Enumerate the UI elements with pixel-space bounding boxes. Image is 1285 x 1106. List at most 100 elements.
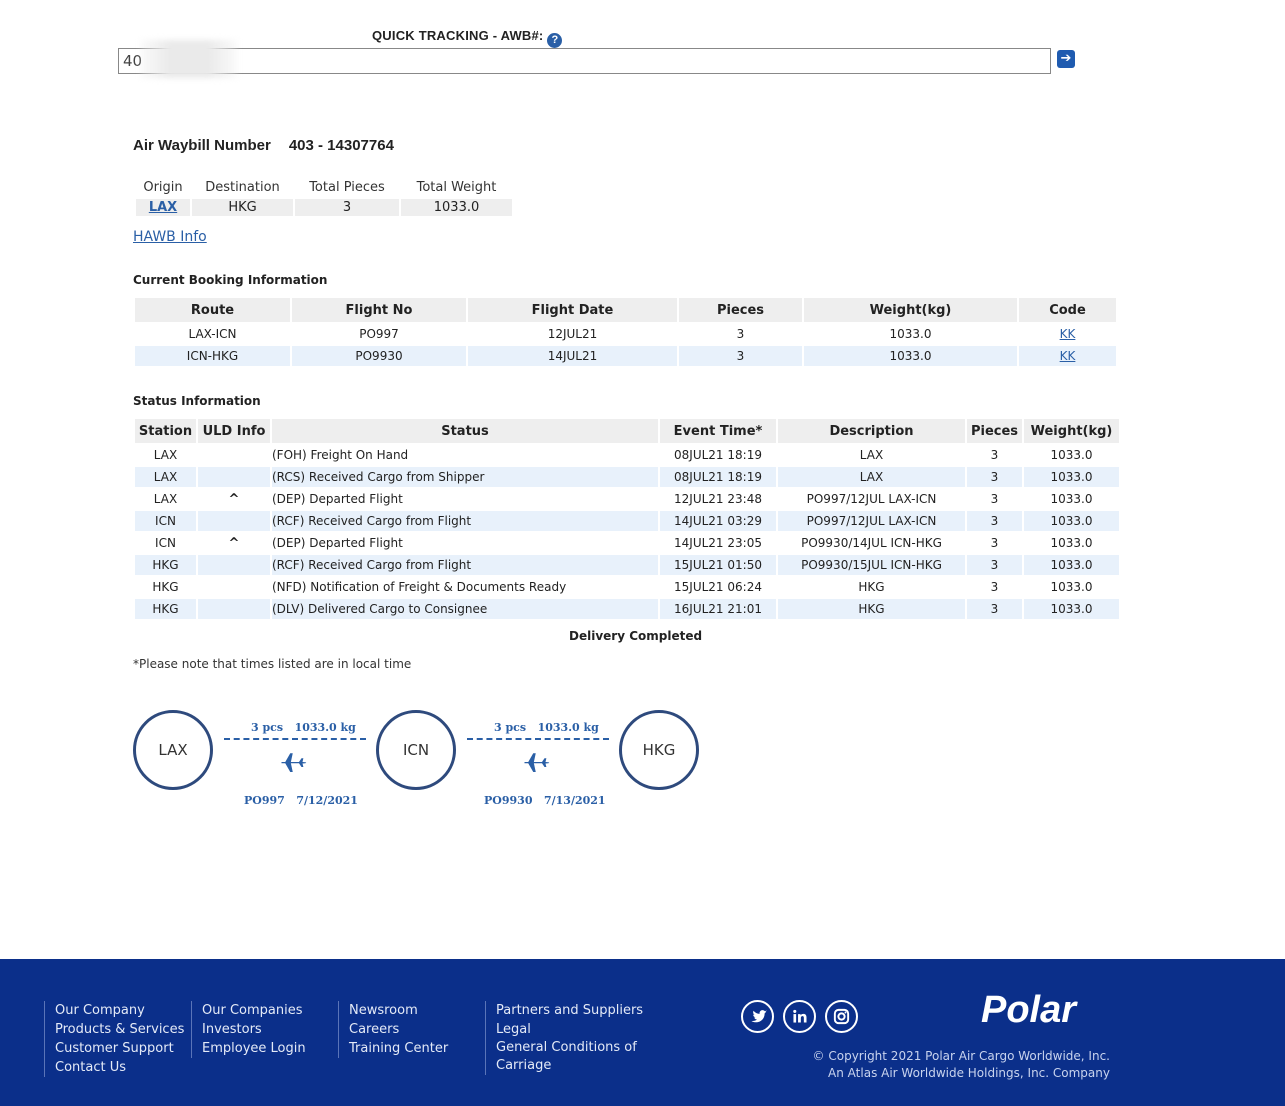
leg1-load: 3 pcs 1033.0 kg xyxy=(251,721,356,734)
station-lax: LAX xyxy=(133,710,213,790)
footer-col-3: Newsroom Careers Training Center xyxy=(338,1001,448,1058)
polar-logo[interactable]: Polar xyxy=(981,989,1076,1032)
flight-date-cell: 14JUL21 xyxy=(468,346,677,366)
route-cell: LAX-ICN xyxy=(188,327,237,341)
leg2-pcs: 3 pcs xyxy=(494,721,527,734)
shipment-summary: Origin Destination Total Pieces Total We… xyxy=(134,180,514,216)
destination-header: Destination xyxy=(205,180,280,195)
leg1-kg: 1033.0 kg xyxy=(294,721,356,734)
status-cell: (FOH) Freight On Hand xyxy=(272,448,409,462)
status-cell: (DEP) Departed Flight xyxy=(272,492,403,506)
total-weight-header: Total Weight xyxy=(416,180,497,195)
footer-link[interactable]: Contact Us xyxy=(55,1058,184,1077)
pieces-cell: 3 xyxy=(967,599,1022,619)
footer-link[interactable]: Products & Services xyxy=(55,1020,184,1039)
station-cell: LAX xyxy=(153,492,178,506)
awb-search-input[interactable] xyxy=(118,48,1051,74)
station-cell: LAX xyxy=(153,448,178,462)
footer-link[interactable]: Partners and Suppliers xyxy=(496,1001,643,1020)
help-icon[interactable]: ? xyxy=(547,33,563,48)
expand-uld-icon[interactable]: ^ xyxy=(229,492,240,507)
track-go-button[interactable]: ➔ xyxy=(1057,50,1075,68)
pieces-cell: 3 xyxy=(990,536,999,550)
instagram-icon[interactable] xyxy=(825,1000,858,1033)
flight-date-header: Flight Date xyxy=(468,298,677,322)
uld-info-cell xyxy=(198,555,270,575)
event-time-cell: 12JUL21 23:48 xyxy=(674,492,762,506)
uld-info-header: ULD Info xyxy=(198,419,270,443)
event-time-cell: 16JUL21 21:01 xyxy=(660,599,776,619)
footer-link[interactable]: Customer Support xyxy=(55,1039,184,1058)
description-cell: LAX xyxy=(859,448,884,462)
copyright-text: © Copyright 2021 Polar Air Cargo Worldwi… xyxy=(812,1049,1110,1063)
event-time-cell: 14JUL21 23:05 xyxy=(674,536,762,550)
description-header: Description xyxy=(778,419,965,443)
leg2-flight: PO9930 7/13/2021 xyxy=(484,794,606,807)
uld-info-cell xyxy=(198,599,270,619)
twitter-icon[interactable] xyxy=(741,1000,774,1033)
route-cell: ICN-HKG xyxy=(135,346,290,366)
route-header: Route xyxy=(135,298,290,322)
code-cell: KK xyxy=(1019,346,1116,366)
flight-no-cell: PO997 xyxy=(359,327,399,341)
code-link[interactable]: KK xyxy=(1060,327,1076,341)
hawb-info-link[interactable]: HAWB Info xyxy=(133,229,207,245)
table-row: ICN (RCF) Received Cargo from Flight 14JUL… xyxy=(135,511,1119,531)
pieces-header: Pieces xyxy=(679,298,802,322)
flight-no-cell: PO9930 xyxy=(292,346,466,366)
status-table: Station ULD Info Status Event Time* Desc… xyxy=(133,417,1121,621)
table-row: ICN-HKG PO9930 14JUL21 3 1033.0 KK xyxy=(135,346,1116,366)
table-row: LAX (FOH) Freight On Hand 08JUL21 18:19 LAX… xyxy=(135,445,1119,465)
weight-cell: 1033.0 xyxy=(1024,467,1119,487)
leg2-load: 3 pcs 1033.0 kg xyxy=(494,721,599,734)
local-time-note: *Please note that times listed are in lo… xyxy=(133,657,412,671)
station-cell: HKG xyxy=(135,599,196,619)
station-cell: LAX xyxy=(135,467,196,487)
weight-cell: 1033.0 xyxy=(1024,599,1119,619)
event-time-cell: 14JUL21 03:29 xyxy=(660,511,776,531)
station-icn: ICN xyxy=(376,710,456,790)
footer-link[interactable]: Investors xyxy=(202,1020,306,1039)
station-cell: ICN xyxy=(155,536,176,550)
weight-header: Weight(kg) xyxy=(1024,419,1119,443)
description-cell: LAX xyxy=(778,467,965,487)
footer-link[interactable]: General Conditions of xyxy=(496,1039,643,1057)
event-time-cell: 08JUL21 18:19 xyxy=(660,467,776,487)
footer-link[interactable]: Employee Login xyxy=(202,1039,306,1058)
weight-header: Weight(kg) xyxy=(804,298,1017,322)
footer-link[interactable]: Our Company xyxy=(55,1001,184,1020)
status-header: Status xyxy=(272,419,658,443)
leg1-pcs: 3 pcs xyxy=(251,721,284,734)
uld-info-cell: ^ xyxy=(198,489,270,509)
copyright: © Copyright 2021 Polar Air Cargo Worldwi… xyxy=(813,1048,1110,1082)
table-row: ICN ^ (DEP) Departed Flight 14JUL21 23:05 PO… xyxy=(135,533,1119,553)
quick-tracking-label: QUICK TRACKING - AWB#:? xyxy=(372,28,563,48)
description-cell: PO9930/15JUL ICN-HKG xyxy=(778,555,965,575)
table-row: HKG (NFD) Notification of Freight & Docum… xyxy=(135,577,1119,597)
footer-link[interactable]: Training Center xyxy=(349,1039,448,1058)
expand-uld-icon[interactable]: ^ xyxy=(229,536,240,551)
footer-link[interactable]: Our Companies xyxy=(202,1001,306,1020)
origin-link[interactable]: LAX xyxy=(149,200,177,215)
footer-link[interactable]: Careers xyxy=(349,1020,448,1039)
weight-cell: 1033.0 xyxy=(1024,511,1119,531)
total-pieces-cell: 3 xyxy=(295,199,399,216)
event-time-cell: 15JUL21 06:24 xyxy=(674,580,762,594)
footer: Our Company Products & Services Customer… xyxy=(0,959,1285,1106)
weight-cell: 1033.0 xyxy=(1024,555,1119,575)
leg1-flight-no: PO997 xyxy=(244,794,285,807)
plane-icon xyxy=(524,753,550,772)
description-cell: HKG xyxy=(778,599,965,619)
status-cell: (RCF) Received Cargo from Flight xyxy=(272,511,658,531)
footer-link[interactable]: Newsroom xyxy=(349,1001,448,1020)
pieces-header: Pieces xyxy=(967,419,1022,443)
event-time-cell: 15JUL21 01:50 xyxy=(660,555,776,575)
footer-link[interactable]: Carriage xyxy=(496,1057,643,1075)
origin-header: Origin xyxy=(143,180,183,195)
footer-link[interactable]: Legal xyxy=(496,1020,643,1039)
code-link[interactable]: KK xyxy=(1060,349,1076,363)
pieces-cell: 3 xyxy=(990,580,999,594)
flight-date-cell: 12JUL21 xyxy=(547,327,598,341)
linkedin-icon[interactable] xyxy=(783,1000,816,1033)
event-time-header: Event Time* xyxy=(660,419,776,443)
